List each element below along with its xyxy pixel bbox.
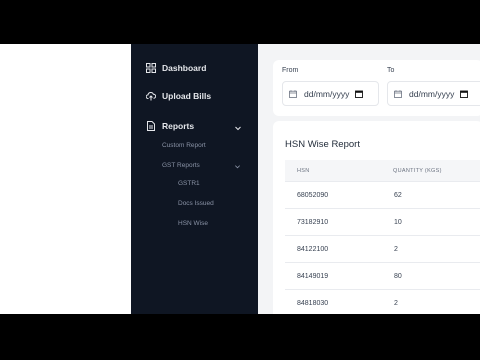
to-label: To: [387, 67, 395, 74]
sidebar-subitem-gstr1[interactable]: GSTR1: [178, 180, 200, 187]
sidebar: Dashboard Upload Bills Reports Custom Re…: [131, 44, 258, 314]
quantity-cell: 2: [394, 246, 398, 253]
sidebar-subitem-docs-issued[interactable]: Docs Issued: [178, 200, 214, 207]
chevron-down-icon[interactable]: [234, 163, 241, 170]
table-row: 84149019 80: [285, 262, 480, 289]
sidebar-item-upload-bills[interactable]: Upload Bills: [146, 91, 211, 101]
calendar-picker-icon[interactable]: [460, 90, 469, 98]
hsn-cell: 68052090: [297, 192, 329, 199]
from-date-value: dd/mm/yyyy: [304, 88, 350, 99]
from-label: From: [282, 67, 299, 74]
table-row: 84818030 2: [285, 289, 480, 314]
hsn-cell: 84122100: [297, 246, 329, 253]
table-row: 73182910 10: [285, 208, 480, 235]
sidebar-item-label: Upload Bills: [162, 91, 212, 101]
grid-icon: [146, 63, 156, 73]
blank-panel: [0, 44, 131, 314]
sidebar-item-label: Reports: [162, 121, 195, 131]
quantity-cell: 62: [394, 192, 402, 199]
sidebar-subitem-custom-report[interactable]: Custom Report: [162, 142, 206, 149]
cloud-upload-icon: [146, 91, 156, 101]
column-header-quantity: QUANTITY (KGS): [393, 168, 442, 174]
report-title: HSN Wise Report: [285, 139, 360, 150]
chevron-down-icon[interactable]: [234, 124, 242, 132]
calendar-picker-icon[interactable]: [355, 90, 364, 98]
table-row: 84122100 2: [285, 235, 480, 262]
hsn-cell: 84149019: [297, 273, 329, 280]
to-date-input[interactable]: dd/mm/yyyy: [387, 81, 480, 106]
sidebar-item-reports[interactable]: Reports: [146, 121, 194, 131]
date-filter-card: From dd/mm/yyyy To dd/mm/yyyy: [273, 60, 480, 116]
column-header-hsn: HSN: [297, 168, 310, 174]
table-row: 68052090 62: [285, 181, 480, 208]
app-screen: Dashboard Upload Bills Reports Custom Re…: [0, 44, 480, 314]
sidebar-item-dashboard[interactable]: Dashboard: [146, 63, 206, 73]
main-content: From dd/mm/yyyy To dd/mm/yyyy HSN Wise R…: [258, 44, 480, 314]
hsn-cell: 84818030: [297, 300, 329, 307]
document-icon: [147, 121, 155, 131]
calendar-icon: [289, 89, 297, 98]
calendar-icon: [394, 89, 402, 98]
from-date-input[interactable]: dd/mm/yyyy: [282, 81, 379, 106]
sidebar-subitem-gst-reports[interactable]: GST Reports: [162, 162, 200, 169]
quantity-cell: 80: [394, 273, 402, 280]
table-header: HSN QUANTITY (KGS): [285, 160, 480, 181]
quantity-cell: 10: [394, 219, 402, 226]
to-date-value: dd/mm/yyyy: [409, 88, 455, 99]
hsn-cell: 73182910: [297, 219, 329, 226]
sidebar-item-label: Dashboard: [162, 63, 207, 73]
report-card: HSN Wise Report HSN QUANTITY (KGS) 68052…: [273, 121, 480, 314]
sidebar-subitem-hsn-wise[interactable]: HSN Wise: [178, 220, 208, 227]
quantity-cell: 2: [394, 300, 398, 307]
